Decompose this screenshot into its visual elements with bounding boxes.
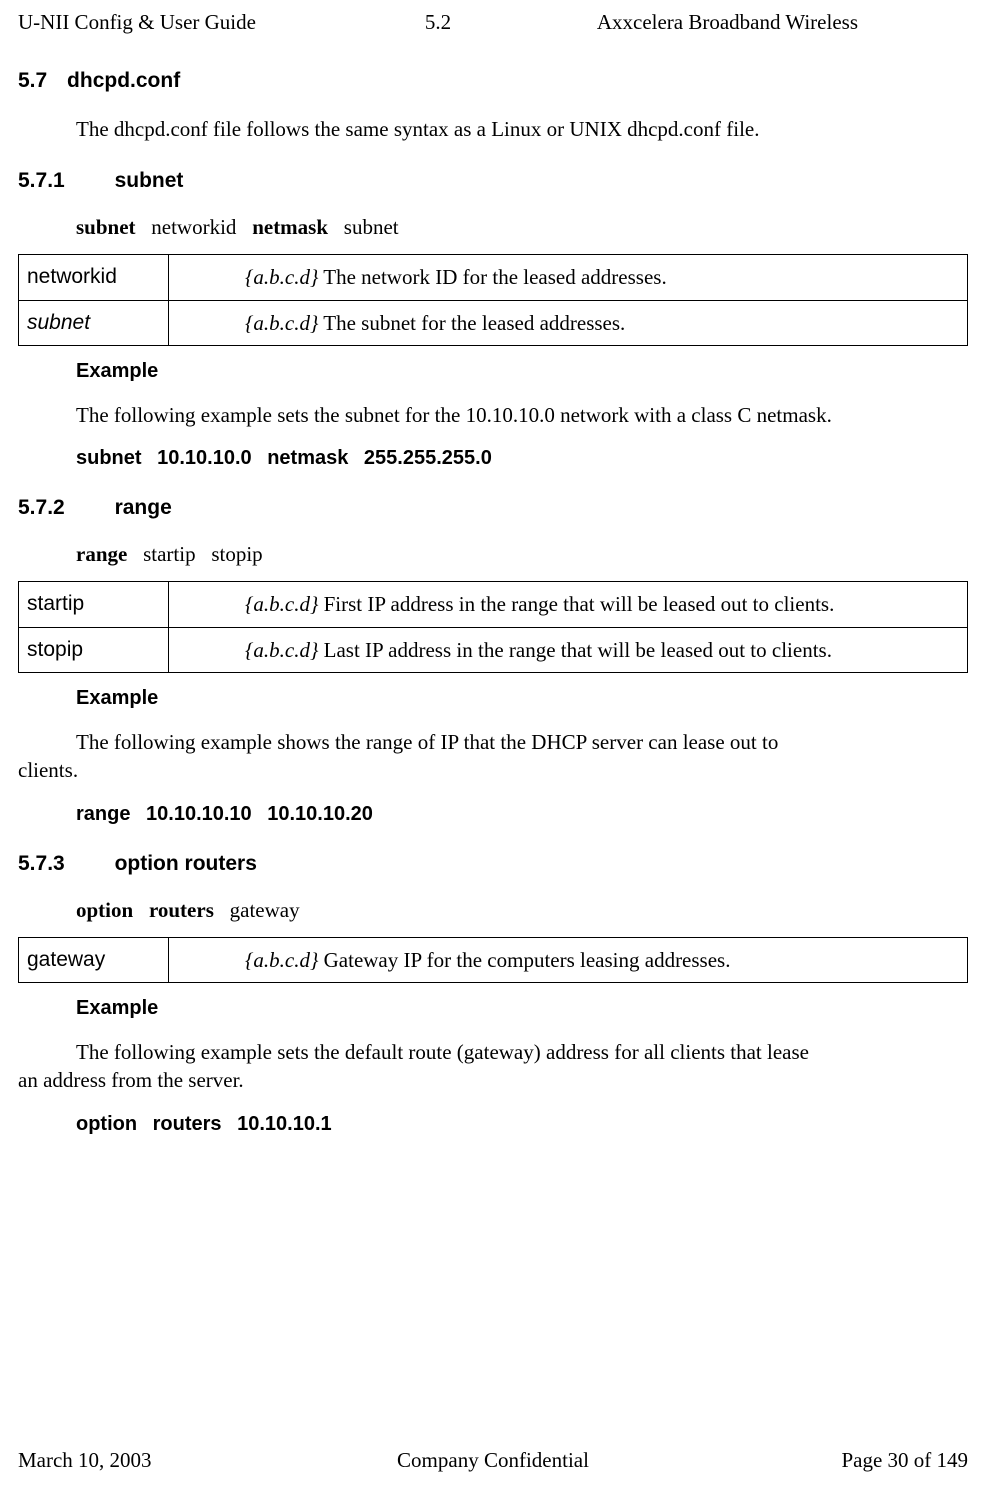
range-param-table: startip {a.b.c.d} First IP address in th… bbox=[18, 581, 968, 673]
header-center: 5.2 bbox=[383, 10, 493, 35]
example-heading: Example bbox=[76, 997, 968, 1020]
syntax-keyword: range bbox=[76, 542, 127, 566]
table-row: networkid {a.b.c.d} The network ID for t… bbox=[19, 255, 968, 300]
range-example-text: The following example shows the range of… bbox=[18, 728, 968, 785]
syntax-keyword: netmask bbox=[252, 215, 328, 239]
param-desc: {a.b.c.d} The network ID for the leased … bbox=[169, 255, 968, 300]
subnet-syntax: subnet networkid netmask subnet bbox=[76, 215, 968, 240]
param-desc: {a.b.c.d} The subnet for the leased addr… bbox=[169, 300, 968, 345]
option-routers-syntax: option routers gateway bbox=[76, 898, 968, 923]
section-number: 5.7.1 bbox=[18, 169, 65, 193]
section-title: subnet bbox=[115, 169, 184, 192]
param-name: subnet bbox=[19, 300, 169, 345]
syntax-arg: subnet bbox=[344, 215, 399, 239]
param-desc: {a.b.c.d} Last IP address in the range t… bbox=[169, 627, 968, 672]
param-desc: {a.b.c.d} First IP address in the range … bbox=[169, 582, 968, 627]
section-5-7-3-heading: 5.7.3 option routers bbox=[18, 852, 968, 876]
syntax-keyword: subnet bbox=[76, 215, 136, 239]
param-desc: {a.b.c.d} Gateway IP for the computers l… bbox=[169, 937, 968, 982]
section-number: 5.7.3 bbox=[18, 852, 65, 876]
option-routers-example-code: option routers 10.10.10.1 bbox=[76, 1113, 968, 1136]
subnet-param-table: networkid {a.b.c.d} The network ID for t… bbox=[18, 254, 968, 346]
example-heading: Example bbox=[76, 687, 968, 710]
range-example-code: range 10.10.10.10 10.10.10.20 bbox=[76, 803, 968, 826]
section-5-7-intro: The dhcpd.conf file follows the same syn… bbox=[76, 115, 968, 143]
section-number: 5.7 bbox=[18, 69, 47, 93]
table-row: stopip {a.b.c.d} Last IP address in the … bbox=[19, 627, 968, 672]
section-5-7-1-heading: 5.7.1 subnet bbox=[18, 169, 968, 193]
header-right: Axxcelera Broadband Wireless bbox=[493, 10, 968, 35]
section-title: range bbox=[115, 496, 172, 519]
section-5-7-heading: 5.7 dhcpd.conf bbox=[18, 69, 968, 93]
syntax-keyword: routers bbox=[149, 898, 214, 922]
table-row: gateway {a.b.c.d} Gateway IP for the com… bbox=[19, 937, 968, 982]
subnet-example-code: subnet 10.10.10.0 netmask 255.255.255.0 bbox=[76, 447, 968, 470]
footer-page-number: Page 30 of 149 bbox=[651, 1448, 968, 1473]
footer-confidential: Company Confidential bbox=[335, 1448, 652, 1473]
page-footer: March 10, 2003 Company Confidential Page… bbox=[18, 1448, 968, 1473]
table-row: subnet {a.b.c.d} The subnet for the leas… bbox=[19, 300, 968, 345]
param-name: gateway bbox=[19, 937, 169, 982]
footer-date: March 10, 2003 bbox=[18, 1448, 335, 1473]
section-title: dhcpd.conf bbox=[67, 69, 180, 92]
syntax-arg: startip bbox=[143, 542, 196, 566]
param-name: startip bbox=[19, 582, 169, 627]
syntax-keyword: option bbox=[76, 898, 133, 922]
syntax-arg: stopip bbox=[211, 542, 262, 566]
page-header: U-NII Config & User Guide 5.2 Axxcelera … bbox=[18, 10, 968, 35]
range-syntax: range startip stopip bbox=[76, 542, 968, 567]
syntax-arg: gateway bbox=[230, 898, 300, 922]
syntax-arg: networkid bbox=[151, 215, 236, 239]
option-routers-example-text: The following example sets the default r… bbox=[18, 1038, 968, 1095]
header-left: U-NII Config & User Guide bbox=[18, 10, 383, 35]
table-row: startip {a.b.c.d} First IP address in th… bbox=[19, 582, 968, 627]
section-title: option routers bbox=[115, 852, 257, 875]
param-name: networkid bbox=[19, 255, 169, 300]
param-name: stopip bbox=[19, 627, 169, 672]
section-5-7-2-heading: 5.7.2 range bbox=[18, 496, 968, 520]
section-number: 5.7.2 bbox=[18, 496, 65, 520]
option-routers-param-table: gateway {a.b.c.d} Gateway IP for the com… bbox=[18, 937, 968, 983]
example-heading: Example bbox=[76, 360, 968, 383]
subnet-example-text: The following example sets the subnet fo… bbox=[76, 401, 968, 429]
